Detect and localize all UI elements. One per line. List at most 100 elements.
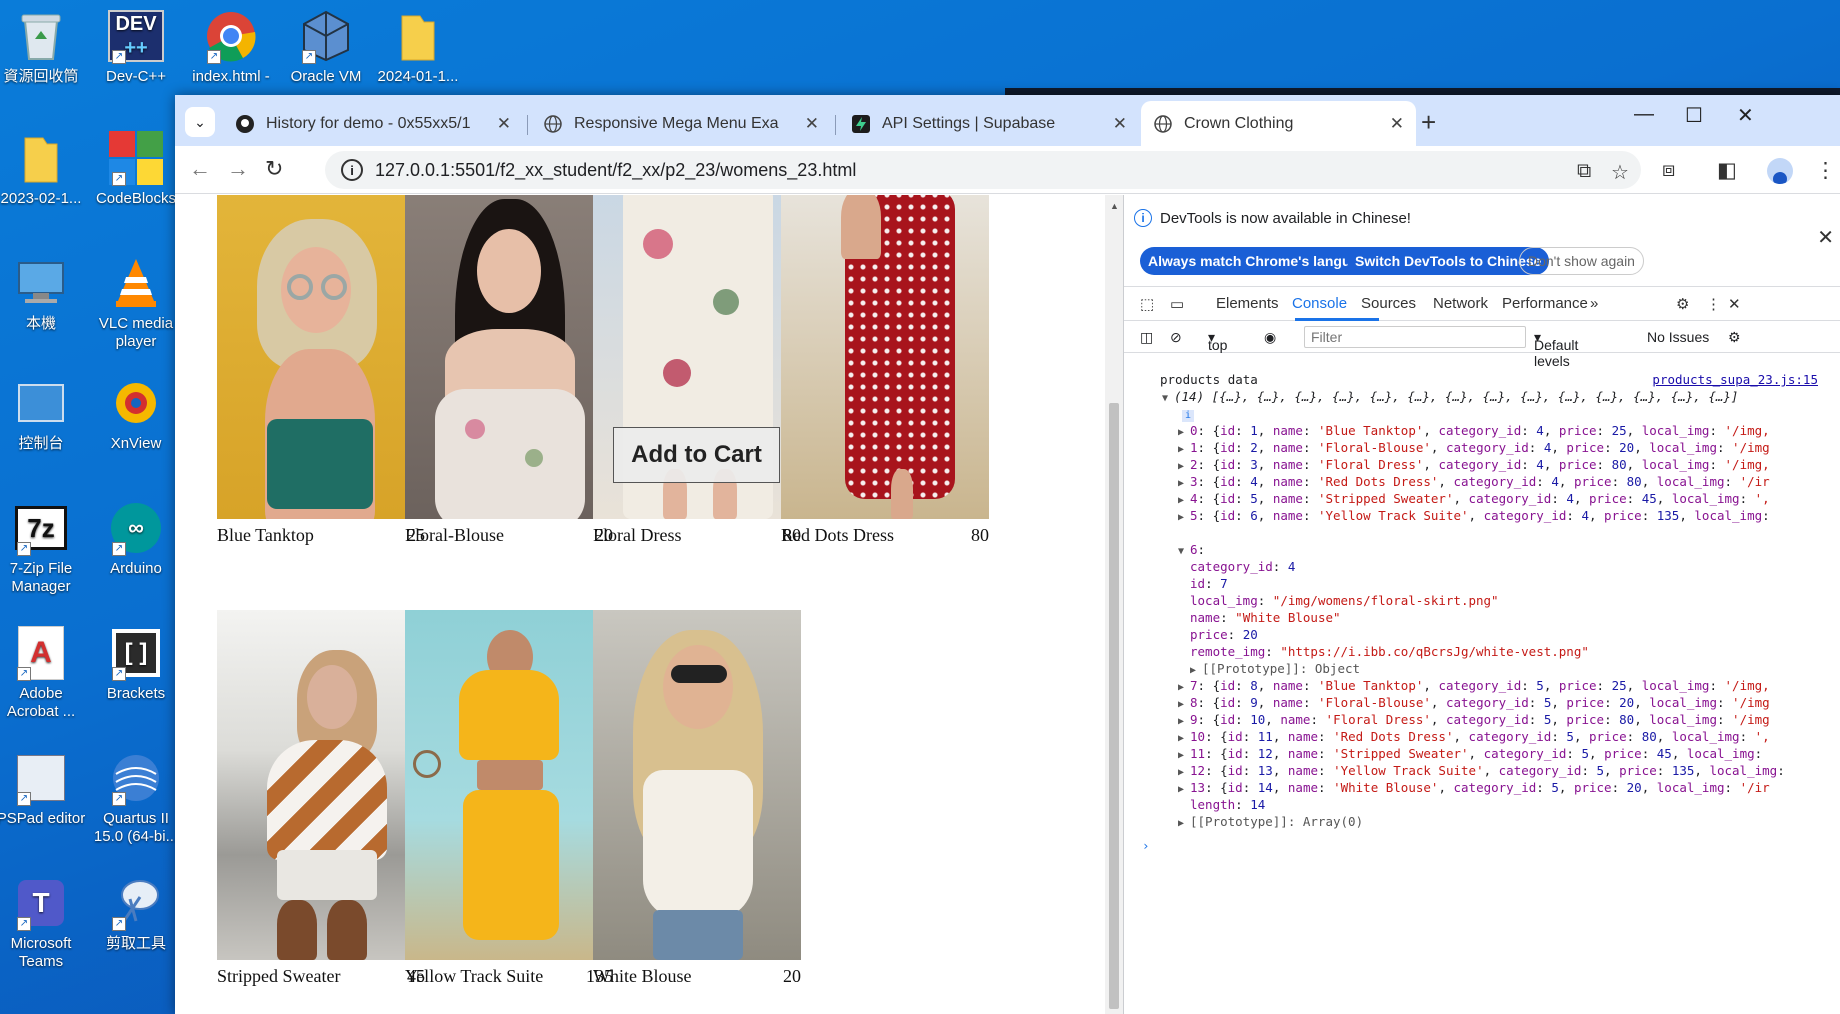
tab-console[interactable]: Console xyxy=(1292,295,1347,312)
chrome-icon: ↗ xyxy=(203,8,259,64)
forward-button[interactable]: → xyxy=(227,156,249,182)
console-settings-icon[interactable]: ⚙ xyxy=(1728,329,1741,346)
chevron-down-icon: ⌄ xyxy=(194,113,206,130)
prop-length: length: 14 xyxy=(1190,797,1266,812)
desktop-icon-brackets[interactable]: [ ] ↗ Brackets xyxy=(88,625,184,703)
desktop-icon-index-html[interactable]: ↗ index.html - 捷徑 xyxy=(183,8,279,86)
desktop-icon-xnview[interactable]: XnView xyxy=(88,375,184,453)
tab-github-history[interactable]: History for demo - 0x55xx5/1 ✕ xyxy=(223,101,523,146)
menu-kebab-icon[interactable]: ⋮ xyxy=(1815,158,1836,183)
product-image xyxy=(781,195,989,519)
console-source-link[interactable]: products_supa_23.js:15 xyxy=(1652,371,1818,388)
scroll-up-icon[interactable]: ▲ xyxy=(1110,201,1119,211)
devtools-menu-icon[interactable]: ⋮ xyxy=(1706,295,1721,313)
add-to-cart-button[interactable]: Add to Cart xyxy=(613,427,780,483)
product-card[interactable]: Red Dots Dress 80 xyxy=(781,195,989,546)
desktop-icon-this-pc[interactable]: 本機 xyxy=(0,255,89,333)
product-card[interactable]: Yellow Track Suite 135 xyxy=(405,610,613,987)
desktop-icon-vlc[interactable]: VLC media player xyxy=(88,255,184,351)
product-name: Stripped Sweater xyxy=(217,966,341,986)
desktop-icon-teams[interactable]: T ↗ Microsoft Teams xyxy=(0,875,89,971)
translate-icon[interactable]: ⧉ xyxy=(1577,160,1591,183)
page-scrollbar[interactable]: ▲ xyxy=(1105,195,1123,1014)
desktop-icon-snipping-tool[interactable]: ↗ 剪取工具 xyxy=(88,875,184,953)
tab-elements[interactable]: Elements xyxy=(1216,295,1279,312)
product-image: Add to Cart xyxy=(593,195,801,519)
tab-supabase[interactable]: API Settings | Supabase ✕ xyxy=(839,101,1139,146)
sidebar-toggle-icon[interactable]: ◫ xyxy=(1140,329,1153,346)
desktop-icon-codeblocks[interactable]: ↗ CodeBlocks xyxy=(88,130,184,208)
close-tab-icon[interactable]: ✕ xyxy=(497,114,511,134)
desktop-icon-folder-2024[interactable]: 2024-01-1... xyxy=(370,8,466,86)
issues-counter[interactable]: No Issues xyxy=(1647,329,1709,345)
desktop-icon-control-panel[interactable]: 控制台 xyxy=(0,375,89,453)
device-toolbar-icon[interactable]: ▭ xyxy=(1170,295,1184,313)
prop-prototype-array[interactable]: ▶ [[Prototype]]: Array(0) xyxy=(1178,813,1363,832)
minimize-button[interactable]: — xyxy=(1634,103,1654,126)
side-panel-icon[interactable]: ◧ xyxy=(1717,158,1737,183)
site-info-icon[interactable]: i xyxy=(341,159,363,181)
reload-button[interactable]: ↻ xyxy=(265,156,283,182)
bookmark-star-icon[interactable]: ☆ xyxy=(1611,160,1629,185)
console-object-row[interactable]: ▶ 13: {id: 14, name: 'White Blouse', cate… xyxy=(1178,779,1770,798)
inspect-element-icon[interactable]: ⬚ xyxy=(1140,295,1154,313)
console-filter-input[interactable] xyxy=(1304,326,1526,348)
desktop-icon-virtualbox[interactable]: ↗ Oracle VM VirtualBox xyxy=(278,8,374,86)
log-levels-dropdown[interactable]: Default levels ▾ xyxy=(1534,329,1578,369)
recycle-bin-icon xyxy=(13,8,69,64)
close-tab-icon[interactable]: ✕ xyxy=(1390,114,1404,134)
product-card[interactable]: Stripped Sweater 45 xyxy=(217,610,425,987)
product-card[interactable]: White Blouse 20 xyxy=(593,610,801,987)
desktop-icon-7zip[interactable]: 7z ↗ 7-Zip File Manager xyxy=(0,500,89,596)
close-banner-icon[interactable]: ✕ xyxy=(1817,225,1834,250)
browser-window: ⌄ History for demo - 0x55xx5/1 ✕ Respons… xyxy=(175,95,1840,1014)
profile-avatar[interactable] xyxy=(1767,158,1793,184)
desktop-icon-arduino[interactable]: ∞ ↗ Arduino xyxy=(88,500,184,578)
address-bar[interactable]: i 127.0.0.1:5501/f2_xx_student/f2_xx/p2_… xyxy=(325,151,1641,189)
console-prompt[interactable]: › xyxy=(1142,837,1150,854)
product-name: Floral-Blouse xyxy=(405,525,504,545)
product-card[interactable]: Add to Cart Floral Dress 80 xyxy=(593,195,801,546)
product-name: Floral Dress xyxy=(593,525,682,545)
context-selector[interactable]: top ▾ xyxy=(1208,329,1227,353)
quartus-icon: ↗ xyxy=(108,750,164,806)
desktop-icon-acrobat[interactable]: A ↗ Adobe Acrobat ... xyxy=(0,625,89,721)
desktop-icon-pspad[interactable]: ↗ PSPad editor xyxy=(0,750,89,828)
prop-name: name: "White Blouse" xyxy=(1190,610,1341,625)
tab-performance[interactable]: Performance xyxy=(1502,295,1588,312)
tab-crown-clothing[interactable]: Crown Clothing ✕ xyxy=(1141,101,1416,146)
devcpp-icon: DEV ++ ↗ xyxy=(108,8,164,64)
devtools-panel: i DevTools is now available in Chinese! … xyxy=(1123,195,1840,1014)
console-object-row[interactable]: ▶ 5: {id: 6, name: 'Yellow Track Suite', … xyxy=(1178,507,1770,526)
desktop-icon-quartus[interactable]: ↗ Quartus II 15.0 (64-bi... xyxy=(88,750,184,846)
tab-search-button[interactable]: ⌄ xyxy=(185,107,215,137)
new-tab-button[interactable]: + xyxy=(1421,107,1436,138)
desktop-icon-recycle-bin[interactable]: 資源回收筒 xyxy=(0,8,89,86)
scrollbar-thumb[interactable] xyxy=(1109,403,1119,1009)
extensions-icon[interactable]: ⧈ xyxy=(1662,158,1675,182)
product-image xyxy=(405,610,613,960)
product-card[interactable]: Blue Tanktop 25 xyxy=(217,195,425,546)
tab-network[interactable]: Network xyxy=(1433,295,1488,312)
desktop-icon-devcpp[interactable]: DEV ++ ↗ Dev-C++ xyxy=(88,8,184,86)
close-devtools-icon[interactable]: ✕ xyxy=(1728,295,1741,313)
close-tab-icon[interactable]: ✕ xyxy=(805,114,819,134)
console-array-summary[interactable]: ▼ (14) [{…}, {…}, {…}, {…}, {…}, {…}, {…}… xyxy=(1162,388,1738,407)
maximize-button[interactable]: ☐ xyxy=(1685,103,1703,128)
browser-toolbar: ← → ↻ i 127.0.0.1:5501/f2_xx_student/f2_… xyxy=(175,146,1840,194)
product-card[interactable]: Floral-Blouse 20 xyxy=(405,195,613,546)
github-icon xyxy=(235,114,254,133)
vlc-icon xyxy=(108,255,164,311)
settings-gear-icon[interactable]: ⚙ xyxy=(1676,295,1689,313)
close-tab-icon[interactable]: ✕ xyxy=(1113,114,1127,134)
close-window-button[interactable]: ✕ xyxy=(1737,103,1754,128)
back-button[interactable]: ← xyxy=(189,156,211,182)
dont-show-again-button[interactable]: Don't show again xyxy=(1519,247,1644,275)
live-expression-eye-icon[interactable]: ◉ xyxy=(1264,329,1276,346)
tab-mega-menu[interactable]: Responsive Mega Menu Exam ✕ xyxy=(531,101,831,146)
more-tabs-icon[interactable]: » xyxy=(1590,295,1598,312)
clear-console-icon[interactable]: ⊘ xyxy=(1170,329,1182,346)
desktop-icon-folder-2023[interactable]: 2023-02-1... xyxy=(0,130,89,208)
tab-sources[interactable]: Sources xyxy=(1361,295,1416,312)
product-name: Yellow Track Suite xyxy=(405,966,544,986)
